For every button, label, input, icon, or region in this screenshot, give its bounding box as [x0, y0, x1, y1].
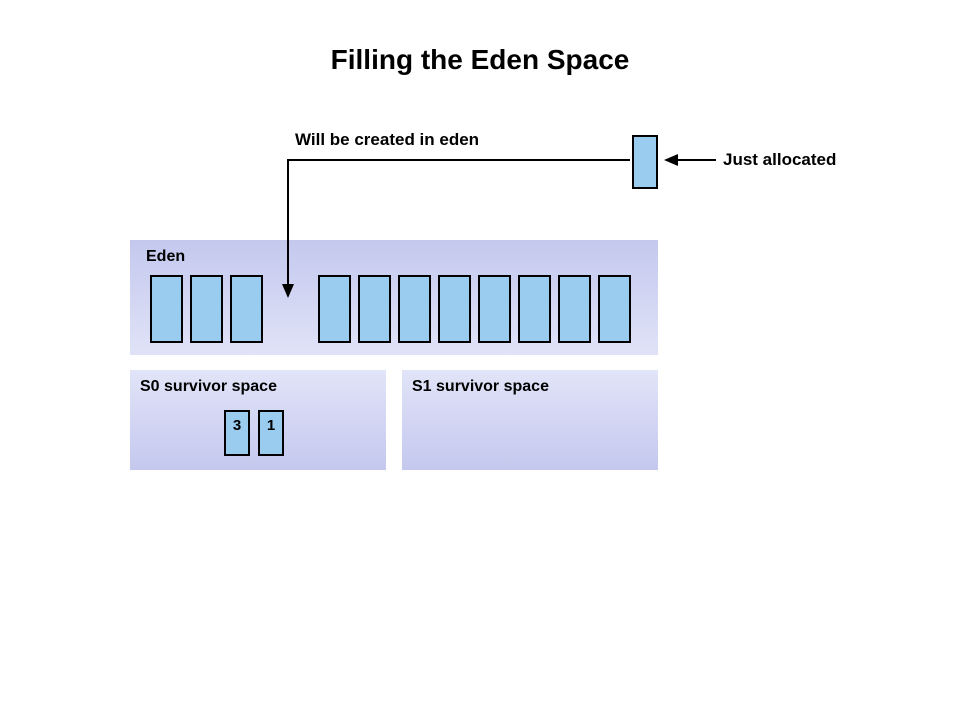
- s0-label: S0 survivor space: [140, 378, 277, 396]
- eden-object: [558, 275, 591, 343]
- eden-object: [598, 275, 631, 343]
- s0-object: 3: [224, 410, 250, 456]
- created-in-eden-label: Will be created in eden: [295, 130, 479, 150]
- eden-object: [438, 275, 471, 343]
- eden-object: [398, 275, 431, 343]
- eden-object: [190, 275, 223, 343]
- diagram-stage: Filling the Eden Space Will be created i…: [0, 0, 960, 720]
- arrows-layer: [0, 0, 960, 720]
- s1-label: S1 survivor space: [412, 378, 549, 396]
- page-title: Filling the Eden Space: [0, 44, 960, 76]
- eden-object: [478, 275, 511, 343]
- eden-object: [150, 275, 183, 343]
- s0-object: 1: [258, 410, 284, 456]
- eden-label: Eden: [146, 248, 185, 266]
- allocated-object: [632, 135, 658, 189]
- eden-object: [358, 275, 391, 343]
- just-allocated-label: Just allocated: [723, 150, 836, 170]
- eden-object: [518, 275, 551, 343]
- eden-object: [230, 275, 263, 343]
- eden-object: [318, 275, 351, 343]
